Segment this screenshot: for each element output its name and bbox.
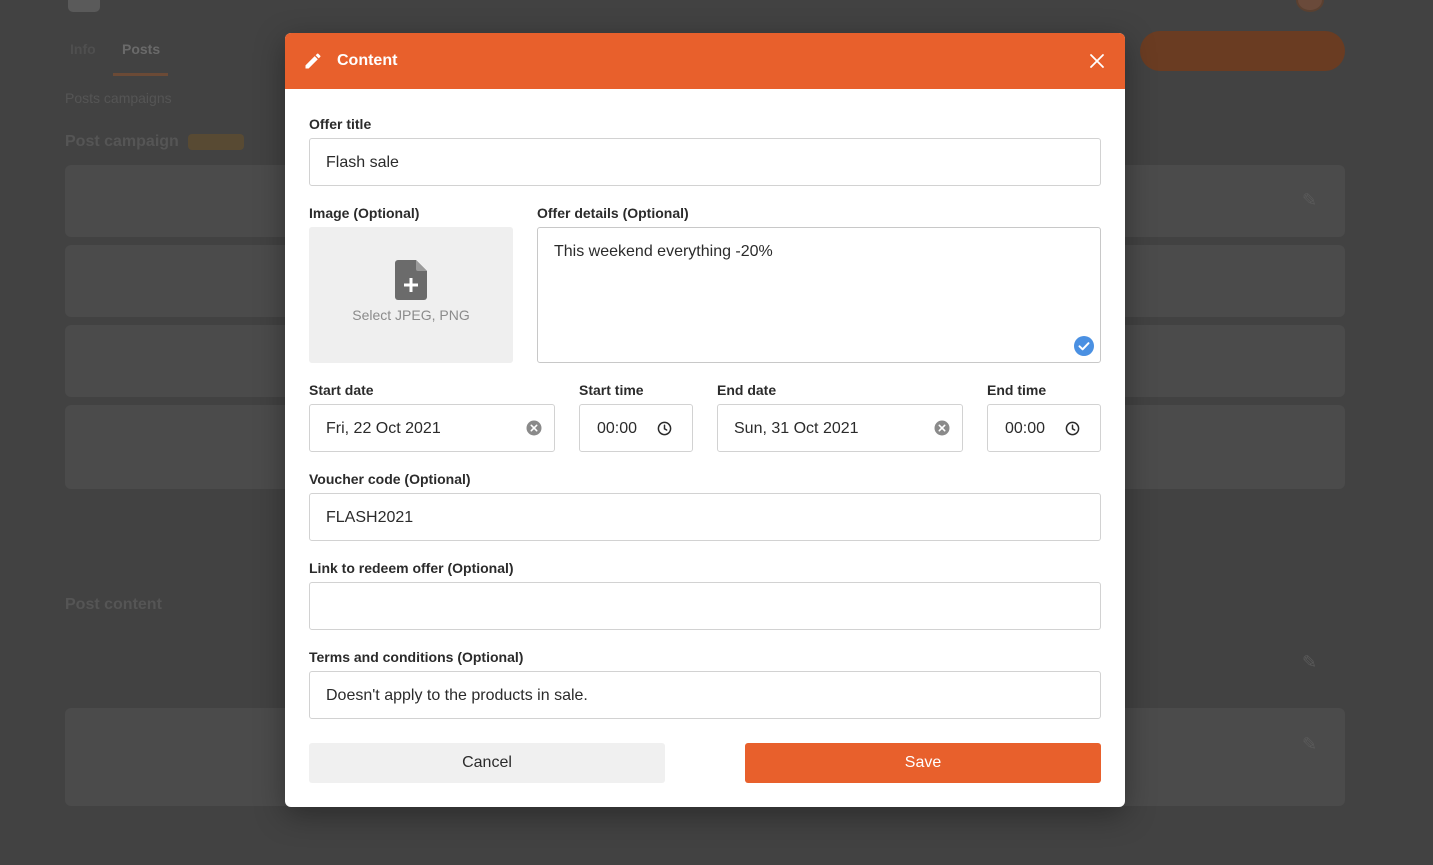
end-time-value: 00:00: [1005, 420, 1046, 437]
offer-details-textarea[interactable]: This weekend everything -20%: [537, 227, 1101, 363]
edit-icon: ✎: [1302, 190, 1318, 210]
tab-posts: Posts: [122, 41, 161, 57]
create-button: [1140, 31, 1345, 71]
app-logo: [68, 0, 100, 12]
start-time-label: Start time: [579, 382, 644, 398]
close-icon[interactable]: [1085, 49, 1109, 73]
voucher-input[interactable]: FLASH2021: [309, 493, 1101, 541]
terms-input[interactable]: Doesn't apply to the products in sale.: [309, 671, 1101, 719]
dialog-header: Content: [285, 33, 1125, 89]
end-time-label: End time: [987, 382, 1047, 398]
link-input[interactable]: [309, 582, 1101, 630]
end-date-label: End date: [717, 382, 777, 398]
offer-title-label: Offer title: [309, 116, 372, 132]
pencil-icon: [305, 53, 321, 69]
status-badge: [188, 134, 244, 150]
offer-details-value: This weekend everything -20%: [554, 243, 773, 260]
offer-title-input[interactable]: Flash sale: [309, 138, 1101, 186]
image-upload[interactable]: Select JPEG, PNG: [309, 227, 513, 363]
content-dialog: Content Offer title Flash sale Image (Op…: [285, 33, 1125, 807]
clear-icon[interactable]: [526, 420, 542, 436]
link-label: Link to redeem offer (Optional): [309, 560, 514, 576]
end-date-value: Sun, 31 Oct 2021: [734, 420, 859, 437]
start-time-input[interactable]: 00:00: [579, 404, 693, 452]
section-post-campaign: Post campaign: [65, 133, 179, 150]
clear-icon[interactable]: [934, 420, 950, 436]
cancel-button[interactable]: Cancel: [309, 743, 665, 783]
section-post-content: Post content: [65, 596, 162, 613]
active-tab-indicator: [113, 73, 168, 76]
offer-details-label: Offer details (Optional): [537, 205, 689, 221]
end-time-input[interactable]: 00:00: [987, 404, 1101, 452]
offer-title-value: Flash sale: [326, 154, 399, 171]
voucher-value: FLASH2021: [326, 509, 414, 526]
clock-icon[interactable]: [1065, 421, 1080, 436]
end-date-input[interactable]: Sun, 31 Oct 2021: [717, 404, 963, 452]
start-date-value: Fri, 22 Oct 2021: [326, 420, 441, 437]
start-time-value: 00:00: [597, 420, 638, 437]
image-label: Image (Optional): [309, 205, 420, 221]
upload-hint: Select JPEG, PNG: [352, 307, 470, 323]
edit-icon: ✎: [1302, 734, 1318, 754]
tab-info: Info: [70, 41, 96, 57]
save-button[interactable]: Save: [745, 743, 1101, 783]
avatar: [1296, 0, 1324, 12]
dialog-title: Content: [337, 52, 398, 69]
breadcrumb: Posts campaigns: [65, 90, 172, 106]
voucher-label: Voucher code (Optional): [309, 471, 471, 487]
terms-value: Doesn't apply to the products in sale.: [326, 687, 588, 704]
file-add-icon: [395, 260, 427, 300]
start-date-input[interactable]: Fri, 22 Oct 2021: [309, 404, 555, 452]
clock-icon[interactable]: [657, 421, 672, 436]
terms-label: Terms and conditions (Optional): [309, 649, 524, 665]
edit-icon: ✎: [1302, 652, 1318, 672]
start-date-label: Start date: [309, 382, 374, 398]
check-circle-icon: [1074, 336, 1094, 356]
